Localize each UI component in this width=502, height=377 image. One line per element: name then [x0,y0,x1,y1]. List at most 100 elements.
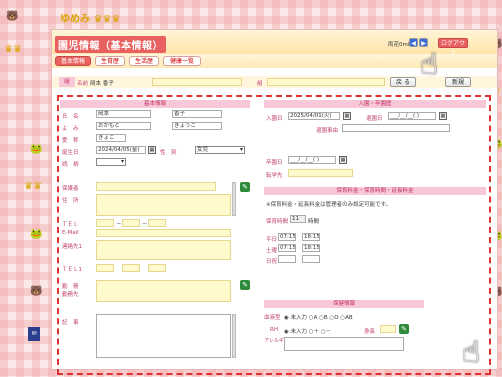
class-field[interactable] [152,78,242,86]
calendar-icon[interactable]: ▦ [343,112,351,120]
name-row-label: 氏 名 [62,114,79,120]
workplace-label: 勤務先 [62,292,79,298]
nickname-label: 愛 称 [62,138,79,144]
calendar-icon[interactable]: ▦ [148,146,156,154]
nickname-input[interactable]: きょこ [96,134,126,142]
hours-input[interactable]: 11 [290,215,306,223]
pointer-hand-icon: ☝ [420,47,439,82]
contact-label: 連絡先1 [62,244,82,250]
address-scrollbar[interactable] [232,182,236,216]
address-label: 住 所 [62,198,79,204]
transfer-input[interactable] [288,169,353,177]
holiday-to[interactable] [302,255,320,263]
basic-section-heading: 基本情報 [60,100,250,108]
weekday-to[interactable]: 18:15 [302,233,320,241]
tab-growth[interactable]: 生育歴 [95,56,125,66]
edit-work-icon[interactable]: ✎ [240,280,250,290]
status-text: 両花0ml [388,42,410,48]
saturday-to[interactable]: 18:15 [302,244,320,252]
care-section-heading: 保育料金・保育時間・延長料金 [264,187,486,195]
notes-scrollbar[interactable] [232,314,236,358]
page-title: 園児情報（基本情報） [55,36,166,53]
enroll-section-heading: 入園・卒園歴 [264,100,486,108]
height-input[interactable] [380,325,396,333]
allergy-input[interactable] [284,337,404,351]
holiday-label: 日祝 [266,259,278,265]
guardian-input[interactable] [96,182,216,191]
enter-date-input[interactable]: 2025/04/01(火) [288,112,340,120]
tab-life[interactable]: 生活歴 [129,56,159,66]
rh-label: RH [270,327,278,333]
tel-dash: － [116,222,122,228]
email-input[interactable] [96,229,231,237]
workplace-input[interactable] [96,280,231,302]
health-section-heading: 保健情報 [264,300,424,308]
leave-date-label: 退園日 [366,116,383,122]
calendar-icon[interactable]: ▦ [439,112,447,120]
kana-first-input[interactable]: きょうこ [172,122,222,130]
sex-label: 性 別 [160,150,177,156]
email-label: E-Mail [62,230,79,236]
tel-dash: － [142,222,148,228]
care-note: ※保育料金・延長料金は管理者のみ設定可能です。 [266,202,392,208]
logout-button[interactable]: ログアウト [438,38,468,56]
kana-last-input[interactable]: おかもと [96,122,151,130]
group-label: 組 [257,81,263,87]
tel1-label: ＴＥＬ1 [62,267,82,273]
kana-row-label: よ み [62,126,79,132]
calendar-icon[interactable]: ▦ [339,156,347,164]
tel-label: ＴＥＬ [62,222,79,228]
tel-part1[interactable] [96,219,114,227]
contact-input[interactable] [96,240,231,260]
guardian-label: 保護者 [62,186,79,192]
saturday-label: 土曜 [266,248,278,254]
app-icon[interactable]: ✉ [28,327,40,341]
leave-date-input[interactable]: ___/__/__( ) [388,112,436,120]
address-input[interactable] [96,194,231,216]
tel1-part3[interactable] [148,264,166,272]
hours-unit: 時間 [308,219,320,225]
leave-reason-input[interactable] [342,124,450,132]
new-button[interactable]: 新規 [445,77,471,87]
frog-decoration-icon: 🐸 [30,229,43,240]
blood-type-label: 血液型 [264,315,281,321]
tel1-part2[interactable] [122,264,140,272]
bear-decoration-icon: 🐻 [30,286,43,297]
edit-address-icon[interactable]: ✎ [240,182,250,192]
relation-label: 続 柄 [62,162,79,168]
work-label: 勤 務 [62,284,79,290]
name-label: 名前 [77,81,89,87]
weekday-from[interactable]: 07:15 [278,233,296,241]
crown-decoration-icon: ♛♛ [24,181,42,192]
name-value: 岡本 香子 [90,81,114,87]
grad-date-label: 卒園日 [266,160,283,166]
pointer-hand-icon: ☝ [462,335,481,370]
sex-select[interactable]: 女児 [195,146,245,154]
rh-options[interactable]: ◉ 未入力 ○＋ ○－ [284,327,331,335]
transfer-label: 転学先 [266,173,283,179]
notes-label: 記 事 [62,320,79,326]
return-button[interactable]: 戻 る [390,77,416,87]
tel-part3[interactable] [148,219,166,227]
crown-decoration-icon: ♛♛ [4,44,22,55]
first-name-input[interactable]: 香子 [172,110,222,118]
saturday-from[interactable]: 07:15 [278,244,296,252]
last-name-input[interactable]: 岡本 [96,110,151,118]
tab-health-list[interactable]: 健康一覧 [163,56,201,66]
app-logo: ゆめみ ♛♛♛ [60,14,121,25]
tab-basic[interactable]: 基本情報 [55,56,91,66]
weekday-label: 平日 [266,237,278,243]
holiday-from[interactable] [278,255,296,263]
edit-health-icon[interactable]: ✎ [399,324,409,334]
class-label: 組 [59,77,75,87]
relation-select[interactable] [96,158,126,166]
prev-button[interactable]: ◀ [409,38,418,47]
blood-type-options[interactable]: ◉ 未入力 ○A ○B ○O ○AB [284,313,353,321]
birthday-input[interactable]: 2024/04/05(金) [96,146,146,154]
next-button[interactable]: ▶ [419,38,428,47]
notes-textarea[interactable] [96,314,231,358]
group-field[interactable] [267,78,385,86]
tel1-part1[interactable] [96,264,114,272]
grad-date-input[interactable]: ___/__/__( ) [288,156,336,164]
tel-part2[interactable] [122,219,140,227]
